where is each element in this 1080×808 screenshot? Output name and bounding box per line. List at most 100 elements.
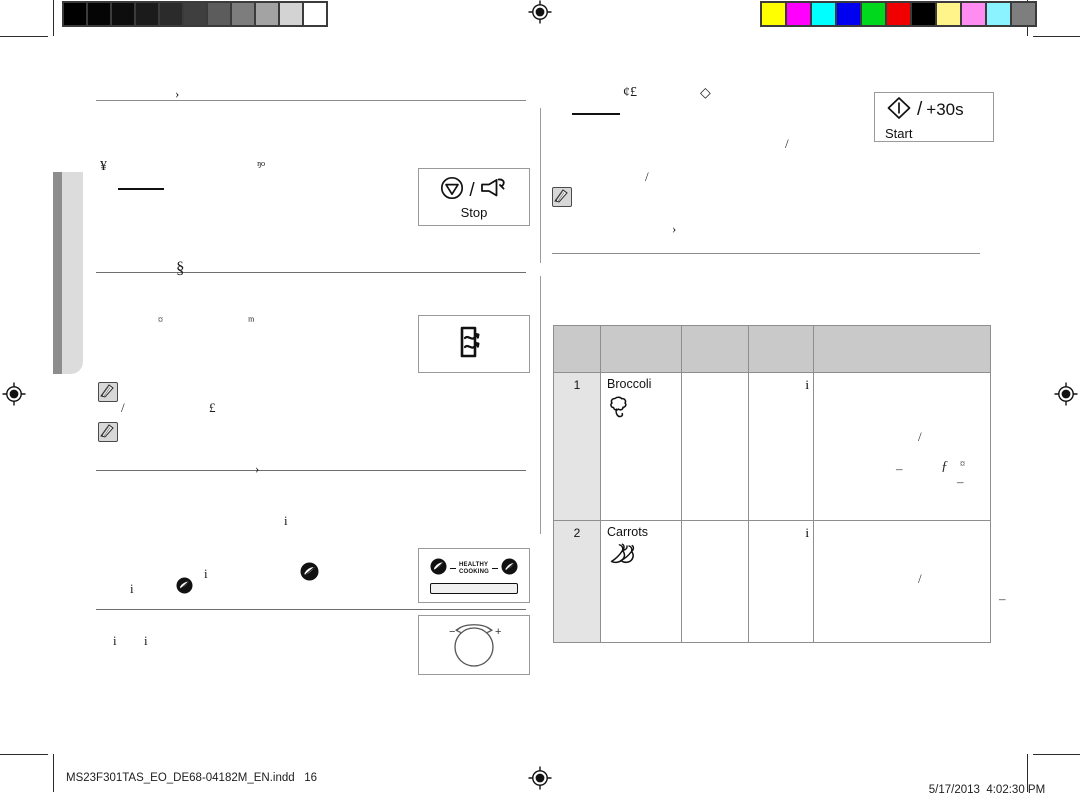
table-cell-power: i (748, 520, 814, 643)
text-glyph-2: / (785, 136, 789, 151)
note-pen-icon (98, 422, 118, 442)
table-cell-number: 1 (553, 372, 601, 521)
healthy-cooking-badge (430, 558, 447, 580)
table-cell-weight (681, 372, 749, 521)
text-glyph-11: i (130, 581, 134, 596)
grayscale-swatch-1 (88, 3, 110, 25)
text-glyph-4: › (672, 221, 677, 236)
instruction-glyph-3: ¤ (960, 459, 965, 470)
grayscale-swatch-0 (64, 3, 86, 25)
section-rule (96, 470, 526, 471)
grayscale-swatch-2 (112, 3, 134, 25)
crop-mark (1033, 36, 1080, 37)
color-calibration-strip (760, 1, 1037, 27)
text-glyph-9: i (284, 513, 288, 528)
text-glyph-7: £ (209, 400, 216, 415)
registration-target-icon (1054, 382, 1078, 406)
section-rule (552, 253, 980, 254)
deodorize-vent-icon (453, 323, 495, 366)
grayscale-swatch-4 (160, 3, 182, 25)
color-swatch-0 (762, 3, 785, 25)
table-header-cell (553, 325, 601, 373)
registration-target-icon (528, 766, 552, 790)
plug-icon (479, 176, 509, 205)
stop-key-box[interactable]: / Stop (418, 168, 530, 226)
grayscale-swatch-9 (280, 3, 302, 25)
color-swatch-5 (887, 3, 910, 25)
instruction-glyph-1: – (999, 591, 1006, 606)
start-key-box[interactable]: / +30s Start (874, 92, 994, 142)
grayscale-swatch-8 (256, 3, 278, 25)
table-header-cell (748, 325, 814, 373)
table-header-cell (681, 325, 749, 373)
rotary-dial-key-box[interactable]: − + (418, 615, 530, 675)
text-glyph-5: ᵐ (248, 313, 255, 328)
text-glyph-4: ¤ (158, 315, 163, 326)
table-cell-power: i (748, 372, 814, 521)
table-header-cell (813, 325, 991, 373)
healthy-cooking-line2: COOKING (458, 568, 490, 575)
badge-connector (492, 568, 499, 569)
color-swatch-3 (837, 3, 860, 25)
instruction-glyph-2: ƒ (941, 459, 948, 474)
healthy-cooking-badge-inline (176, 577, 193, 594)
heading-underline (572, 113, 620, 115)
instruction-glyph-0: / (918, 429, 922, 444)
text-glyph-3: § (176, 258, 185, 277)
table-header-row (553, 325, 991, 373)
grayscale-swatch-10 (304, 3, 326, 25)
crop-mark (0, 754, 48, 755)
table-cell-food: Broccoli (600, 372, 682, 521)
footer-filename: MS23F301TAS_EO_DE68-04182M_EN.indd 16 (66, 772, 318, 784)
footer-time: 4:02:30 PM (986, 784, 1046, 796)
table-cell-weight (681, 520, 749, 643)
crop-mark (1033, 754, 1080, 755)
crop-mark (0, 36, 48, 37)
color-swatch-9 (987, 3, 1010, 25)
note-pen-icon (552, 187, 572, 207)
table-cell-instructions: / – (813, 520, 1006, 643)
instruction-glyph-0: / (918, 571, 922, 586)
footer-timestamp: 5/17/2013 4:02:30 PM (916, 772, 1045, 808)
section-rule (96, 609, 526, 610)
footer-divider (53, 758, 54, 792)
text-glyph-2: ᵑᵒ (257, 159, 265, 174)
deodorize-key-box[interactable] (418, 315, 530, 373)
color-swatch-10 (1012, 3, 1035, 25)
healthy-cooking-badge-inline (300, 562, 319, 581)
table-cell-number: 2 (553, 520, 601, 643)
instruction-glyph-4: – (957, 474, 964, 489)
text-glyph-13: i (144, 633, 148, 648)
healthy-cooking-key-box[interactable]: HEALTHY COOKING (418, 548, 530, 603)
grayscale-swatch-3 (136, 3, 158, 25)
text-glyph-1: ¥ (100, 159, 107, 174)
stop-key-label: Stop (460, 205, 488, 220)
grayscale-swatch-6 (208, 3, 230, 25)
color-swatch-2 (812, 3, 835, 25)
stop-circle-triangle-icon (439, 175, 465, 206)
vegetable-steam-cooking-table: 1 Broccoli i / – ƒ ¤ –2 Carrots i / – (553, 325, 1006, 643)
registration-target-icon (528, 0, 552, 24)
document-page: › ¥ ᵑᵒ § ¤ ᵐ / £ › i i i i i / Stop HEAL… (0, 0, 1080, 796)
section-bleed-tab (53, 172, 83, 374)
table-row: 2 Carrots i / – (553, 520, 1006, 643)
column-divider (540, 108, 541, 263)
text-glyph-0: › (175, 86, 180, 101)
healthy-cooking-bar (430, 582, 518, 594)
registration-target-icon (2, 382, 26, 406)
broccoli-icon (607, 394, 681, 425)
bleed-tab-dark (53, 172, 62, 374)
text-glyph-0: ¢£ (623, 85, 637, 100)
color-swatch-8 (962, 3, 985, 25)
table-cell-food: Carrots (600, 520, 682, 643)
text-glyph-1: ◇ (700, 86, 711, 101)
rotary-dial-icon: − + (436, 618, 512, 673)
text-glyph-10: i (204, 566, 208, 581)
note-pen-icon (98, 382, 118, 402)
text-glyph-3: / (645, 169, 649, 184)
footer-date: 5/17/2013 (928, 784, 980, 796)
start-key-label: Start (885, 125, 913, 141)
color-swatch-1 (787, 3, 810, 25)
color-swatch-6 (912, 3, 935, 25)
key-separator: / (469, 179, 475, 201)
